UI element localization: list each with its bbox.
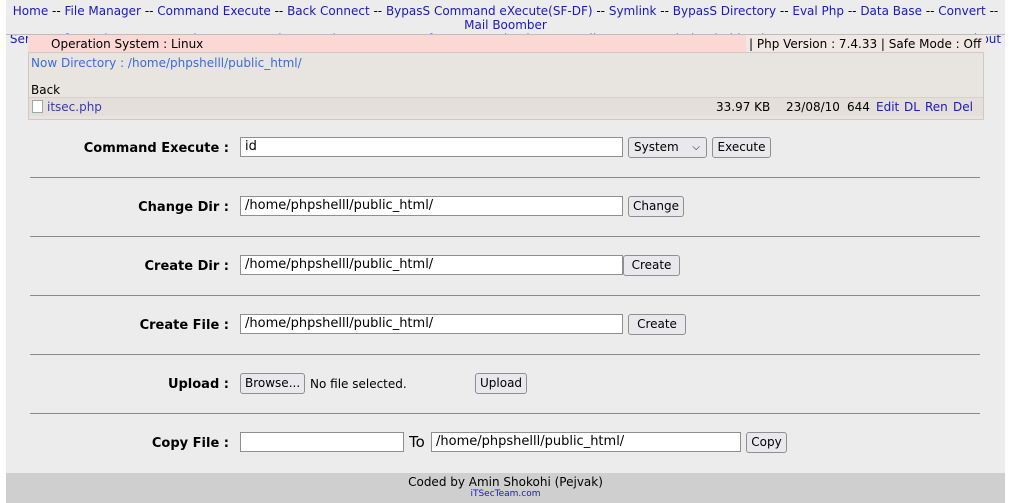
page: Home -- File Manager -- Command Execute … [6,0,1005,503]
directory-panel: Now Directory : /home/phpshelll/public_h… [28,52,984,120]
nav-separator: -- [922,4,939,18]
execute-method-select[interactable]: System ⌵ [628,137,707,158]
upload-button[interactable]: Upload [475,373,527,394]
nav-link-bypass-command-execute-sf-df[interactable]: BypasS Command eXecute(SF-DF) [386,4,593,18]
create-file-label: Create File : [139,318,229,333]
copy-file-label: Copy File : [151,436,229,451]
nav-separator: -- [844,4,861,18]
nav-link-back-connect[interactable]: Back Connect [287,4,370,18]
file-icon [32,100,43,113]
divider [30,354,980,355]
delete-link[interactable]: Del [953,100,973,114]
nav-link-mail-boomber[interactable]: Mail Boomber [464,18,547,32]
change-button[interactable]: Change [628,196,684,217]
create-dir-label: Create Dir : [144,259,229,274]
nav-separator: -- [48,4,65,18]
browse-button[interactable]: Browse... [240,373,305,394]
footer-credit: Coded by Amin Shokohi (Pejvak) [408,475,603,489]
nav-separator: -- [592,4,609,18]
to-label: To [409,433,425,451]
file-row: itsec.php 33.97 KB 23/08/10 644 Edit DL … [29,97,983,116]
change-dir-input[interactable]: /home/phpshelll/public_html/ [240,196,623,216]
divider [30,413,980,414]
file-permissions: 644 [847,100,870,114]
nav-link-symlink[interactable]: Symlink [609,4,657,18]
execute-method-value: System [634,140,679,154]
nav-link-data-base[interactable]: Data Base [860,4,922,18]
os-info: Operation System : Linux [51,37,204,51]
nav-line-1: Home -- File Manager -- Command Execute … [6,4,1005,32]
file-size: 33.97 KB [716,100,771,114]
nav-separator: -- [369,4,386,18]
nav-link-home[interactable]: Home [13,4,48,18]
copy-source-input[interactable] [240,432,404,452]
footer-site-link[interactable]: iTSecTeam.com [6,489,1005,499]
php-info: | Php Version : 7.4.33 | Safe Mode : Off [749,37,982,51]
footer: Coded by Amin Shokohi (Pejvak) iTSecTeam… [6,473,1005,503]
copy-button[interactable]: Copy [746,432,787,453]
nav-link-command-execute[interactable]: Command Execute [157,4,270,18]
divider [30,177,980,178]
nav-link-file-manager[interactable]: File Manager [65,4,142,18]
create-dir-input[interactable]: /home/phpshelll/public_html/ [240,255,623,275]
nav-link-bypass-directory[interactable]: BypasS Directory [673,4,776,18]
file-name[interactable]: itsec.php [47,100,102,114]
divider [30,295,980,296]
create-dir-button[interactable]: Create [623,255,680,276]
change-dir-label: Change Dir : [138,200,229,215]
command-execute-label: Command Execute : [83,141,229,156]
chevron-down-icon: ⌵ [692,142,700,153]
nav-link-convert[interactable]: Convert [938,4,985,18]
file-date: 23/08/10 [786,100,840,114]
edit-link[interactable]: Edit [876,100,899,114]
nav-separator: -- [985,4,999,18]
rename-link[interactable]: Ren [925,100,948,114]
copy-destination-input[interactable]: /home/phpshelll/public_html/ [431,432,741,452]
upload-label: Upload : [167,377,229,392]
back-link[interactable]: Back [31,83,60,97]
divider [30,236,980,237]
create-file-button[interactable]: Create [628,314,686,335]
info-bar: Operation System : Linux | Php Version :… [28,35,986,52]
current-directory[interactable]: Now Directory : /home/phpshelll/public_h… [31,56,302,70]
file-status: No file selected. [310,377,407,391]
nav-separator: -- [776,4,793,18]
download-link[interactable]: DL [904,100,920,114]
command-input[interactable]: id [240,137,623,157]
nav-link-eval-php[interactable]: Eval Php [792,4,844,18]
nav-separator: -- [656,4,673,18]
execute-button[interactable]: Execute [712,137,771,158]
nav-separator: -- [270,4,288,18]
nav-separator: -- [141,4,158,18]
create-file-input[interactable]: /home/phpshelll/public_html/ [240,314,623,334]
